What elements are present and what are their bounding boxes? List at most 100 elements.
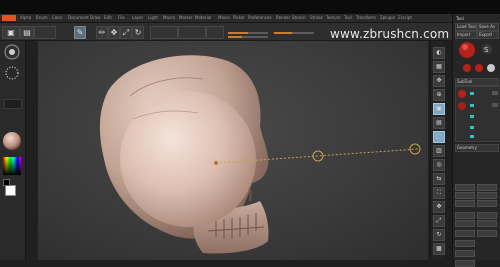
zsub-button[interactable] xyxy=(206,26,224,39)
polyframe-icon: ▩ xyxy=(436,245,442,252)
brush-preview[interactable] xyxy=(3,43,22,62)
main-color-swatch[interactable] xyxy=(5,185,16,196)
menu-item[interactable]: Texture xyxy=(326,15,341,21)
subtool-slot[interactable] xyxy=(492,103,498,107)
panel-slot[interactable] xyxy=(455,260,475,267)
panel-slot[interactable] xyxy=(477,200,497,207)
spix-button[interactable]: ▦ xyxy=(433,61,445,73)
menu-item[interactable]: Render xyxy=(276,15,290,21)
menu-item[interactable]: Tool xyxy=(344,15,352,21)
edit-icon: ✎ xyxy=(76,28,84,37)
menu-item[interactable]: Light xyxy=(148,15,158,21)
alpha-preview[interactable] xyxy=(4,99,22,109)
geometry-section[interactable]: Geometry xyxy=(455,144,499,152)
menu-item[interactable]: Edit xyxy=(104,15,112,21)
aahalf-button[interactable]: ▤ xyxy=(433,117,445,129)
panel-slot[interactable] xyxy=(455,212,475,219)
export-button[interactable]: Export xyxy=(477,31,499,39)
menu-item[interactable]: Macro xyxy=(163,15,175,21)
color-picker[interactable] xyxy=(3,157,21,175)
lightbox-button[interactable]: ▤ xyxy=(20,26,34,39)
live-boolean-button[interactable] xyxy=(34,26,56,39)
menu-item[interactable]: Movie xyxy=(218,15,230,21)
menu-item[interactable]: Color xyxy=(52,15,62,21)
lsym-button[interactable]: ⇆ xyxy=(433,173,445,185)
menu-item[interactable]: Stencil xyxy=(292,15,306,21)
move-view-button[interactable]: ✥ xyxy=(433,201,445,213)
move-button[interactable]: ✥ xyxy=(108,26,120,39)
tool-thumbnails[interactable]: S xyxy=(457,40,499,76)
right-shelf: ◐ ▦ ✥ ⊕ ▣ ▤ ⬚ ▥ ◎ ⇆ ⛶ ✥ ⤢ ↻ ▩ xyxy=(430,41,445,260)
menu-item[interactable]: Picker xyxy=(233,15,245,21)
panel-slot[interactable] xyxy=(455,200,475,207)
menu-item[interactable]: Zplugin xyxy=(380,15,395,21)
stroke-preview[interactable] xyxy=(3,65,22,81)
menu-item[interactable]: Brush xyxy=(36,15,48,21)
panel-slot[interactable] xyxy=(455,192,475,199)
save-as-button[interactable]: Save As xyxy=(477,23,499,31)
panel-slot[interactable] xyxy=(455,250,475,257)
secondary-color-swatch[interactable] xyxy=(3,179,10,186)
menu-item[interactable]: Transform xyxy=(356,15,376,21)
rgb-button[interactable] xyxy=(150,26,178,39)
actual-button[interactable]: ▣ xyxy=(433,103,445,115)
polyf-button[interactable]: ▩ xyxy=(433,243,445,255)
import-button[interactable]: Import xyxy=(455,31,477,39)
transpose-start-handle[interactable] xyxy=(214,161,218,165)
scroll-button[interactable]: ✥ xyxy=(433,75,445,87)
panel-slot[interactable] xyxy=(477,192,497,199)
focal-shift-slider[interactable] xyxy=(274,32,314,34)
edit-button[interactable]: ✎ xyxy=(74,26,86,39)
menu-item[interactable]: Document xyxy=(68,15,89,21)
move-icon: ✥ xyxy=(110,28,118,37)
menu-item[interactable]: Alpha xyxy=(20,15,31,21)
menu-item[interactable]: Material xyxy=(195,15,211,21)
spix-icon: ▦ xyxy=(436,63,442,70)
rotate-view-button[interactable]: ↻ xyxy=(433,229,445,241)
panel-slot[interactable] xyxy=(455,240,475,247)
visibility-toggle[interactable] xyxy=(470,135,474,138)
aahalf-icon: ▤ xyxy=(436,119,442,126)
rotate-button[interactable]: ↻ xyxy=(132,26,144,39)
bpr-icon: ◐ xyxy=(436,49,442,56)
svg-text:S: S xyxy=(484,46,489,54)
subtool-list[interactable] xyxy=(455,86,500,142)
sculpt-model[interactable] xyxy=(38,41,428,260)
load-tool-button[interactable]: Load Tool xyxy=(455,23,477,31)
material-preview[interactable] xyxy=(2,131,23,152)
draw-size-slider[interactable] xyxy=(228,36,268,38)
panel-slot[interactable] xyxy=(477,220,497,227)
panel-slot[interactable] xyxy=(477,212,497,219)
visibility-toggle[interactable] xyxy=(470,92,474,95)
subtool-slot[interactable] xyxy=(492,91,498,95)
menu-item[interactable]: File xyxy=(118,15,125,21)
frame-button[interactable]: ⛶ xyxy=(433,187,445,199)
panel-slot[interactable] xyxy=(455,220,475,227)
scale-button[interactable]: ⤢ xyxy=(120,26,132,39)
zadd-button[interactable] xyxy=(178,26,206,39)
visibility-toggle[interactable] xyxy=(470,126,474,129)
floor-button[interactable]: ▥ xyxy=(433,145,445,157)
menu-item[interactable]: Layer xyxy=(132,15,143,21)
menu-item[interactable]: Preferences xyxy=(248,15,272,21)
draw-button[interactable]: ✏ xyxy=(96,26,108,39)
panel-slot[interactable] xyxy=(477,230,497,237)
zoom-button[interactable]: ⊕ xyxy=(433,89,445,101)
panel-slot[interactable] xyxy=(455,184,475,191)
z-intensity-slider[interactable] xyxy=(228,32,268,34)
visibility-toggle[interactable] xyxy=(470,115,474,118)
projection-master-button[interactable]: ▣ xyxy=(2,26,20,39)
bpr-button[interactable]: ◐ xyxy=(433,47,445,59)
panel-slot[interactable] xyxy=(455,230,475,237)
subtool-section[interactable]: SubTool xyxy=(455,78,499,86)
scale-view-button[interactable]: ⤢ xyxy=(433,215,445,227)
local-button[interactable]: ◎ xyxy=(433,159,445,171)
menu-item[interactable]: Zscript xyxy=(398,15,412,21)
menu-item[interactable]: Draw xyxy=(90,15,100,21)
menu-item[interactable]: Stroke xyxy=(310,15,323,21)
canvas-viewport[interactable] xyxy=(38,41,428,260)
persp-button[interactable]: ⬚ xyxy=(433,131,445,143)
menu-item[interactable]: Marker xyxy=(179,15,193,21)
panel-slot[interactable] xyxy=(477,184,497,191)
visibility-toggle[interactable] xyxy=(470,104,474,107)
